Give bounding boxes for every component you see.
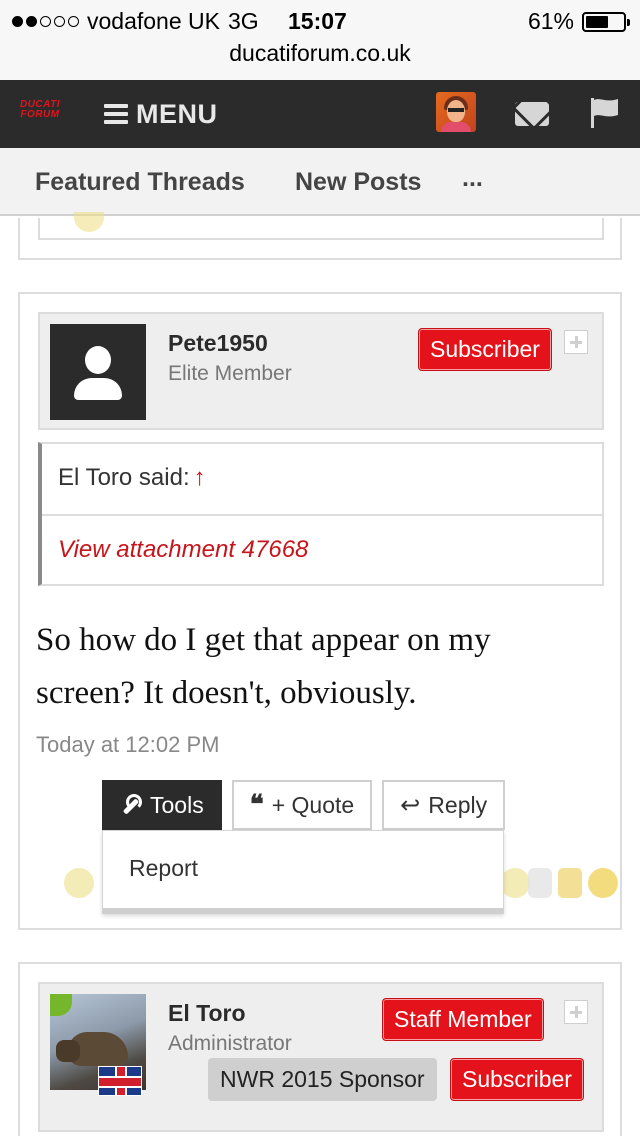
tab-strip: Featured Threads New Posts ... <box>0 148 640 216</box>
subscriber-badge: Subscriber <box>418 328 552 371</box>
reaction-icon <box>74 212 104 232</box>
report-menu-item[interactable]: Report <box>129 855 198 882</box>
wrench-icon <box>120 794 142 816</box>
previous-post-footer <box>38 212 604 240</box>
hamburger-icon <box>104 104 128 124</box>
tab-featured-threads[interactable]: Featured Threads <box>35 168 245 197</box>
user-title: Administrator <box>168 1032 292 1055</box>
mail-icon[interactable] <box>515 102 549 126</box>
top-nav: DUCATI FORUM MENU <box>0 80 640 148</box>
clock: 15:07 <box>288 8 347 34</box>
carrier-label: vodafone UK <box>87 8 220 34</box>
radiation-icon[interactable] <box>588 868 618 898</box>
tab-more[interactable]: ... <box>462 164 483 193</box>
lock-icon[interactable] <box>558 868 582 898</box>
site-logo[interactable]: DUCATI FORUM <box>14 100 66 124</box>
quote-author[interactable]: El Toro said: ↑ <box>58 464 206 492</box>
toilet-icon[interactable] <box>528 868 552 898</box>
tools-button[interactable]: Tools <box>102 780 222 830</box>
subscriber-badge: Subscriber <box>450 1058 584 1101</box>
post-body: So how do I get that appear on my screen… <box>36 622 491 711</box>
staff-member-badge: Staff Member <box>382 998 544 1041</box>
post: El Toro Administrator Staff Member NWR 2… <box>18 962 622 1136</box>
reply-icon: ↩ <box>400 791 421 819</box>
quote-icon: ❝ <box>249 790 264 820</box>
quote-button[interactable]: ❝ + Quote <box>231 780 373 830</box>
quote-block: El Toro said: ↑ View attachment 47668 <box>38 442 604 586</box>
expand-plus-icon[interactable] <box>564 330 588 354</box>
username[interactable]: El Toro <box>168 1000 246 1027</box>
user-title: Elite Member <box>168 362 292 385</box>
menu-button[interactable]: MENU <box>104 94 218 134</box>
reaction-icon[interactable] <box>64 868 94 898</box>
post-actions: Tools ❝ + Quote ↩ Reply <box>102 780 506 830</box>
tab-new-posts[interactable]: New Posts <box>295 168 421 197</box>
reply-button[interactable]: ↩ Reply <box>382 780 506 830</box>
username[interactable]: Pete1950 <box>168 330 268 357</box>
battery-group: 61% <box>527 8 630 35</box>
signal-icon <box>12 16 79 27</box>
tools-dropdown: Report <box>102 830 504 914</box>
post-author-block: Pete1950 Elite Member Subscriber <box>38 312 604 430</box>
reaction-icon[interactable] <box>500 868 530 898</box>
post: Pete1950 Elite Member Subscriber El Toro… <box>18 292 622 930</box>
account-avatar[interactable] <box>436 92 476 132</box>
expand-plus-icon[interactable] <box>564 1000 588 1024</box>
quote-header: El Toro said: ↑ <box>42 444 602 516</box>
post-author-block: El Toro Administrator Staff Member NWR 2… <box>38 982 604 1132</box>
attachment-link[interactable]: View attachment 47668 <box>58 536 308 564</box>
previous-post <box>18 212 622 260</box>
arrow-up-icon[interactable]: ↑ <box>194 464 206 491</box>
menu-label: MENU <box>136 98 218 129</box>
carrier-group: vodafone UK 3G <box>12 8 259 35</box>
uk-flag-icon <box>98 1066 142 1096</box>
post-timestamp[interactable]: Today at 12:02 PM <box>36 732 219 758</box>
sponsor-badge: NWR 2015 Sponsor <box>208 1058 437 1101</box>
screen: { "status": { "carrier": "vodafone UK", … <box>0 0 640 1136</box>
battery-icon <box>582 11 630 32</box>
url-bar[interactable]: ducatiforum.co.uk <box>0 40 640 67</box>
network-label: 3G <box>227 8 259 34</box>
default-avatar[interactable] <box>50 324 146 420</box>
battery-percent: 61% <box>527 8 574 34</box>
status-bar: vodafone UK 3G 15:07 61% ducatiforum.co.… <box>0 0 640 80</box>
flag-icon[interactable] <box>588 96 622 130</box>
